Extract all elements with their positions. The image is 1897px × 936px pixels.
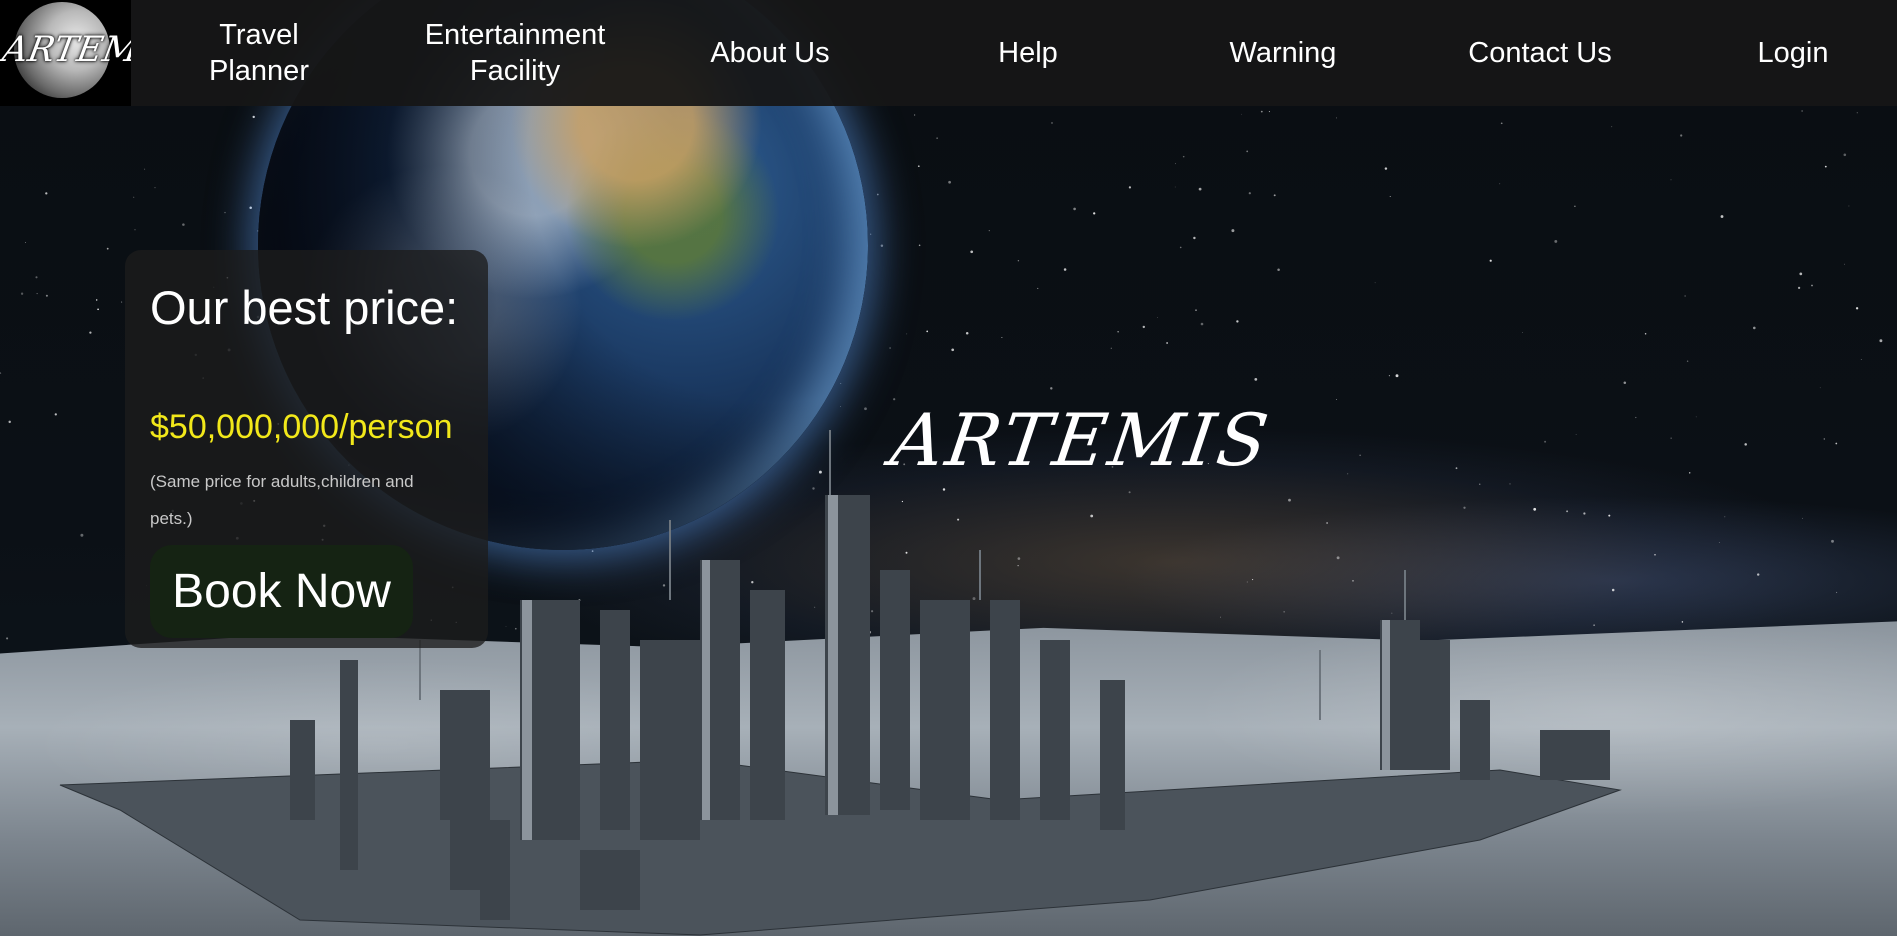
nav-item-label: About Us [710, 37, 830, 69]
nav-warning[interactable]: Warning [1183, 0, 1383, 106]
nav-login[interactable]: Login [1693, 0, 1893, 106]
site-logo[interactable]: ARTEMIS [0, 0, 131, 106]
nav-item-label: Planner [209, 55, 309, 87]
page: ARTEMIS ARTEMIS Travel Planner Entertain… [0, 0, 1897, 936]
nav-about-us[interactable]: About Us [670, 0, 870, 106]
price-note: (Same price for adults,children and pets… [150, 472, 414, 528]
nav-item-label: Travel [219, 19, 299, 51]
book-now-button[interactable]: Book Now [150, 545, 413, 638]
nav-entertainment-facility[interactable]: Entertainment Facility [400, 0, 630, 106]
price-promo-card: Our best price: $50,000,000/person (Same… [125, 250, 488, 648]
nav-item-label: Facility [469, 55, 561, 87]
hero-brand-title: ARTEMIS [886, 398, 1276, 482]
nav-item-label: Warning [1229, 37, 1337, 69]
nav-help[interactable]: Help [928, 0, 1128, 106]
price-value: $50,000,000/person [150, 408, 453, 446]
nav-contact-us[interactable]: Contact Us [1440, 0, 1640, 106]
nav-travel-planner[interactable]: Travel Planner [159, 0, 359, 106]
top-navigation-bar: ARTEMIS Travel Planner Entertainment Fac… [0, 0, 1897, 106]
price-heading: Our best price: [150, 281, 459, 334]
nav-item-label: Help [998, 37, 1058, 69]
nav-item-label: Contact Us [1468, 37, 1612, 69]
nav-item-label: Login [1757, 37, 1829, 69]
nav-item-label: Entertainment [424, 19, 606, 51]
logo-text: ARTEMIS [0, 30, 131, 70]
